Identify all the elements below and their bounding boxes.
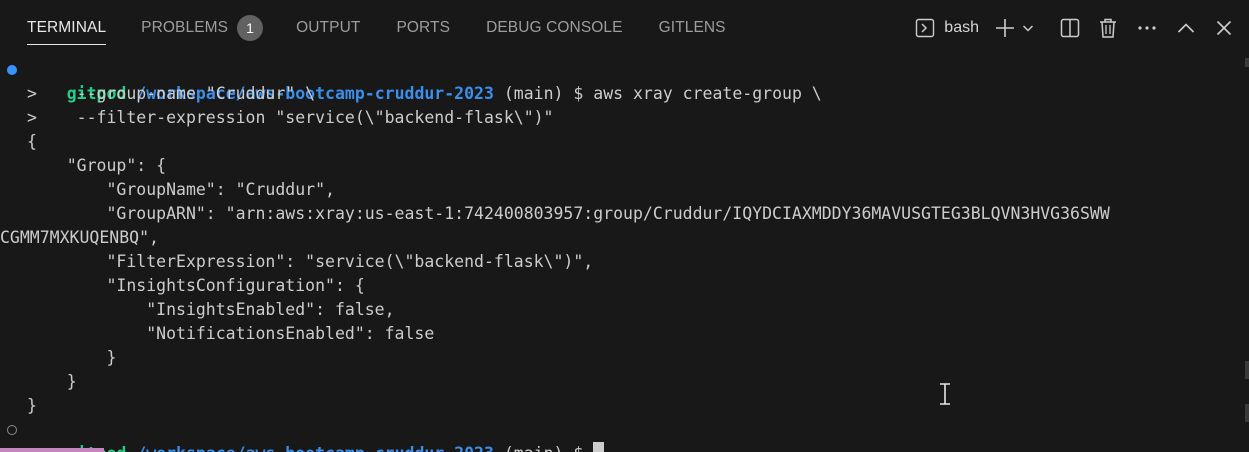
output-line: "InsightsEnabled": false, <box>27 300 395 319</box>
tab-label: OUTPUT <box>296 18 361 36</box>
split-terminal-button[interactable] <box>1051 0 1089 55</box>
tab-label: GITLENS <box>658 18 726 36</box>
kill-terminal-button[interactable] <box>1089 0 1127 55</box>
output-line: { <box>27 132 37 151</box>
plus-icon <box>995 18 1015 38</box>
terminal-icon <box>915 18 935 38</box>
scrollbar-marker[interactable] <box>1245 404 1249 422</box>
continuation-line: > --group-name "Cruddur" \ <box>27 84 316 103</box>
scrollbar-marker[interactable] <box>1245 361 1249 379</box>
output-line: "GroupARN": "arn:aws:xray:us-east-1:7424… <box>27 204 1110 223</box>
mouse-ibeam-cursor-icon <box>939 383 951 410</box>
terminal-output[interactable]: gitpod /workspace/aws-bootcamp-cruddur-2… <box>0 58 1249 452</box>
command-line: gitpod /workspace/aws-bootcamp-cruddur-2… <box>0 58 1249 103</box>
terminal-cursor <box>593 442 605 452</box>
more-icon <box>1137 25 1157 31</box>
panel-header: TERMINAL PROBLEMS 1 OUTPUT PORTS DEBUG C… <box>0 0 1249 55</box>
continuation-line: > --filter-expression "service(\"backend… <box>27 108 554 127</box>
output-line: } <box>27 396 37 415</box>
panel-actions: bash <box>915 0 1249 55</box>
panel-tabs: TERMINAL PROBLEMS 1 OUTPUT PORTS DEBUG C… <box>0 0 726 55</box>
tab-gitlens[interactable]: GITLENS <box>659 0 726 55</box>
close-icon <box>1216 20 1232 36</box>
output-line: "FilterExpression": "service(\"backend-f… <box>27 252 594 271</box>
chevron-up-icon <box>1177 22 1195 34</box>
tab-problems[interactable]: PROBLEMS 1 <box>141 0 264 55</box>
prompt-path: /workspace/aws-bootcamp-cruddur-2023 <box>136 444 494 452</box>
tab-label: PROBLEMS <box>141 18 229 36</box>
more-actions-button[interactable] <box>1127 0 1167 55</box>
launch-profile-button[interactable] <box>1017 0 1039 55</box>
maximize-panel-button[interactable] <box>1167 0 1205 55</box>
problems-count-badge: 1 <box>237 14 264 41</box>
tab-debug-console[interactable]: DEBUG CONSOLE <box>486 0 623 55</box>
output-line: } <box>27 372 77 391</box>
tab-label: PORTS <box>396 18 451 36</box>
output-line: "InsightsConfiguration": { <box>27 276 365 295</box>
tab-ports[interactable]: PORTS <box>396 0 450 55</box>
output-line: "NotificationsEnabled": false <box>27 324 435 343</box>
tab-terminal[interactable]: TERMINAL <box>27 0 107 55</box>
tab-output[interactable]: OUTPUT <box>296 0 360 55</box>
command-pending-decoration[interactable] <box>7 425 17 435</box>
split-editor-icon <box>1060 18 1080 38</box>
terminal-selector[interactable]: bash <box>915 0 979 55</box>
prompt-branch: (main) $ <box>494 444 593 452</box>
command-success-decoration[interactable] <box>7 65 17 75</box>
output-line: CGMM7MXKUQENBQ", <box>0 228 159 247</box>
output-line: "Group": { <box>27 156 167 175</box>
chevron-down-icon <box>1022 22 1034 34</box>
tab-label: TERMINAL <box>27 18 107 36</box>
output-line: "GroupName": "Cruddur", <box>27 180 335 199</box>
scrollbar-marker[interactable] <box>1245 58 1249 67</box>
new-terminal-button[interactable] <box>993 0 1017 55</box>
bottom-status-strip <box>0 448 104 452</box>
tab-label: DEBUG CONSOLE <box>486 18 623 36</box>
close-panel-button[interactable] <box>1205 0 1243 55</box>
output-line: } <box>27 348 117 367</box>
terminal-name: bash <box>944 18 979 36</box>
active-prompt-line: gitpod /workspace/aws-bootcamp-cruddur-2… <box>0 418 1249 452</box>
trash-icon <box>1099 18 1117 38</box>
